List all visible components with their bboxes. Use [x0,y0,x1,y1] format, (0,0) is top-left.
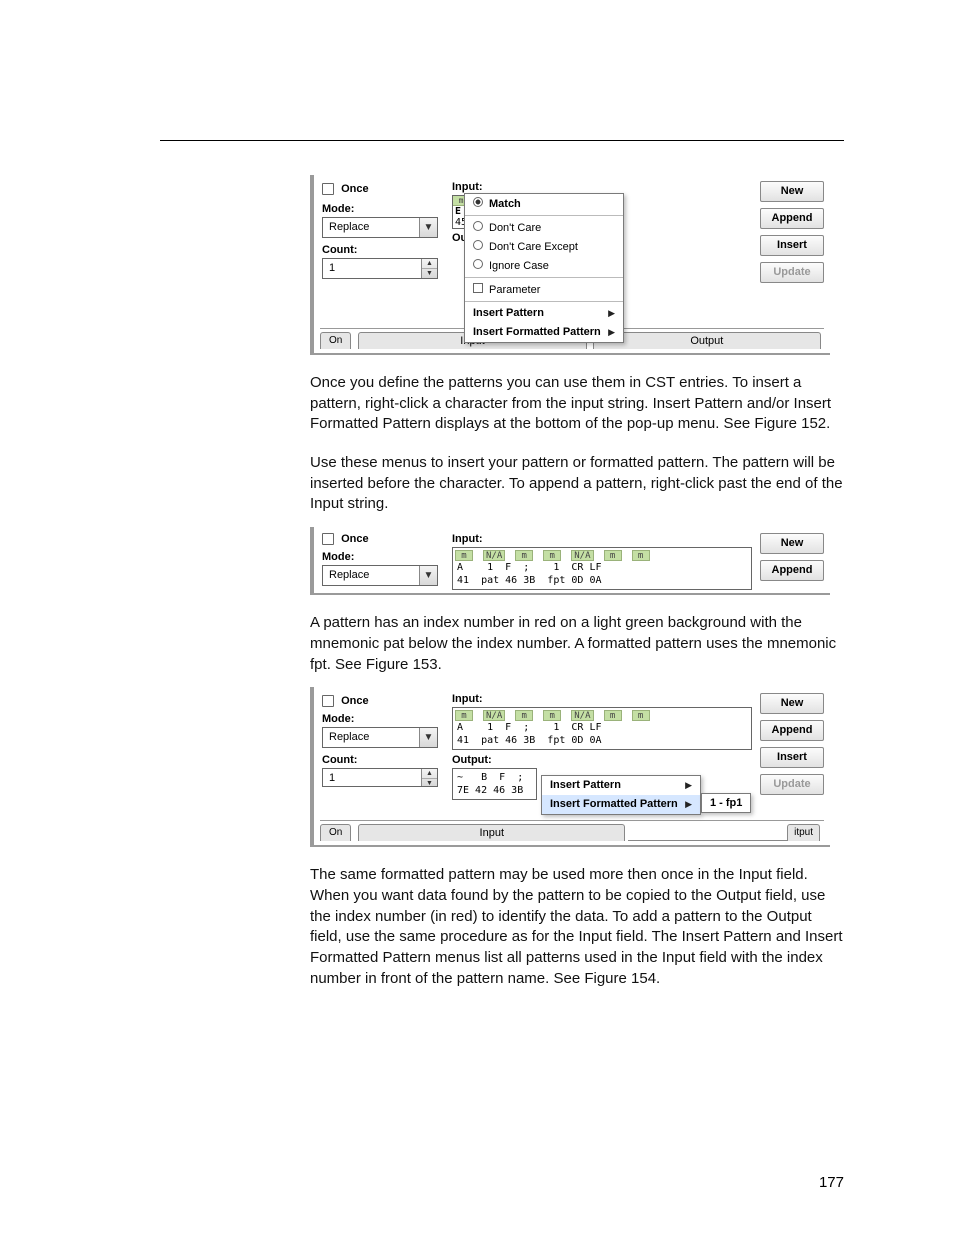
submenu-fpattern[interactable]: 1 - fp1 [701,793,751,813]
menu-dontcare[interactable]: Don't Care [465,218,623,237]
output-row-chars: ~ B F ; [455,771,534,784]
once-label: Once [341,695,369,707]
menu-ignorecase[interactable]: Ignore Case [465,256,623,275]
mode-label: Mode: [322,713,440,725]
once-checkbox[interactable] [322,183,334,195]
input-row-hex: 41 pat 46 3B fpt 0D 0A [455,734,749,747]
append-button[interactable]: Append [760,720,824,741]
tab-on[interactable]: On [320,824,351,841]
count-label: Count: [322,244,440,256]
input-box[interactable]: m N/A m m N/A m m A 1 F ; 1 CR LF 41 pat… [452,707,752,750]
once-checkbox-row[interactable]: Once [322,183,440,195]
once-checkbox-row[interactable]: Once [322,695,440,707]
menu-match[interactable]: Match [465,194,623,213]
input-row-chars: A 1 F ; 1 CR LF [455,721,749,734]
menu-dontcare-except[interactable]: Don't Care Except [465,237,623,256]
count-label: Count: [322,754,440,766]
paragraph: Use these menus to insert your pattern o… [160,453,844,515]
menu-insert-fpattern[interactable]: Insert Formatted Pattern▶ [542,795,700,814]
menu-insert-fpattern[interactable]: Insert Formatted Pattern▶ [465,323,623,342]
mode-value: Replace [329,731,369,743]
mode-combo[interactable]: Replace ▼ [322,217,438,238]
new-button[interactable]: New [760,533,824,554]
menu-parameter[interactable]: Parameter [465,280,623,299]
count-spin[interactable]: 1 ▲▼ [322,768,438,787]
paragraph: A pattern has an index number in red on … [160,613,844,675]
input-row-hex: 41 pat 46 3B fpt 0D 0A [455,574,749,587]
mode-value: Replace [329,569,369,581]
col-header-output-trunc: itput [787,824,820,841]
col-header-output: Output [593,332,821,349]
once-label: Once [341,533,369,545]
count-value: 1 [329,262,335,274]
tab-on[interactable]: On [320,332,351,349]
mode-label: Mode: [322,551,440,563]
chevron-right-icon: ▶ [685,799,692,810]
chevron-down-icon[interactable]: ▼ [419,218,437,237]
new-button[interactable]: New [760,181,824,202]
chevron-right-icon: ▶ [608,327,615,338]
chevron-down-icon[interactable]: ▼ [419,728,437,747]
mode-label: Mode: [322,203,440,215]
submenu-item[interactable]: 1 - fp1 [710,797,742,809]
append-button[interactable]: Append [760,560,824,581]
count-spin[interactable]: 1 ▲▼ [322,258,438,279]
insert-button[interactable]: Insert [760,747,824,768]
page-number: 177 [819,1174,844,1191]
update-button: Update [760,262,824,283]
update-button: Update [760,774,824,795]
append-button[interactable]: Append [760,208,824,229]
paragraph: The same formatted pattern may be used m… [160,865,844,989]
chevron-down-icon[interactable]: ▼ [419,566,437,585]
once-checkbox-row[interactable]: Once [322,533,440,545]
menu-insert-pattern[interactable]: Insert Pattern▶ [465,304,623,323]
chevron-right-icon: ▶ [685,780,692,791]
col-header-input: Input [358,824,625,841]
once-checkbox[interactable] [322,695,334,707]
insert-button[interactable]: Insert [760,235,824,256]
mode-value: Replace [329,221,369,233]
output-row-hex: 7E 42 46 3B [455,784,534,797]
output-box[interactable]: ~ B F ; 7E 42 46 3B [452,768,537,800]
new-button[interactable]: New [760,693,824,714]
chevron-right-icon: ▶ [608,308,615,319]
context-menu[interactable]: Match Don't Care Don't Care Except Ignor… [464,193,624,343]
output-context-menu[interactable]: Insert Pattern▶ Insert Formatted Pattern… [541,775,701,815]
input-row-chars: A 1 F ; 1 CR LF [455,561,749,574]
mode-combo[interactable]: Replace ▼ [322,565,438,586]
count-value: 1 [329,772,335,784]
menu-insert-pattern[interactable]: Insert Pattern▶ [542,776,700,795]
mode-combo[interactable]: Replace ▼ [322,727,438,748]
paragraph: Once you define the patterns you can use… [160,373,844,435]
once-label: Once [341,183,369,195]
once-checkbox[interactable] [322,533,334,545]
input-box[interactable]: m N/A m m N/A m m A 1 F ; 1 CR LF 41 pat… [452,547,752,590]
